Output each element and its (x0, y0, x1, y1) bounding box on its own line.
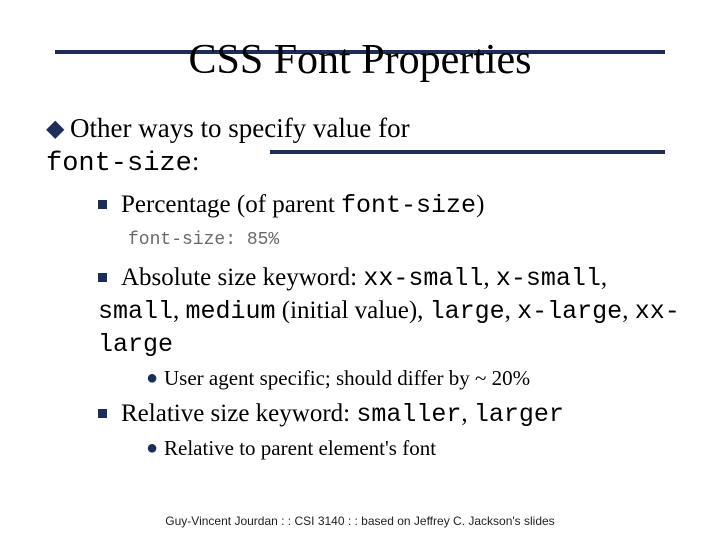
text-span: User agent specific; should differ by ~ … (164, 366, 530, 390)
text-span: , (173, 297, 186, 324)
square-bullet-icon (98, 200, 107, 209)
round-bullet-icon: ● (146, 435, 164, 461)
code-span: large (430, 297, 505, 326)
round-bullet-icon: ● (146, 365, 164, 391)
bullet-list: Percentage (of parent font-size)font-siz… (98, 189, 680, 463)
slide: CSS Font Properties ◆Other ways to speci… (0, 0, 720, 540)
code-example: font-size: 85% (124, 228, 680, 252)
text-span: Relative to parent element's font (164, 436, 436, 460)
sub-list-item: ●Relative to parent element's font (146, 435, 680, 462)
code-span: larger (474, 400, 564, 429)
list-item-text: Percentage (of parent font-size) (121, 191, 484, 218)
code-span: x-large (517, 297, 622, 326)
sub-list-item-text: Relative to parent element's font (164, 436, 436, 460)
code-span: x-small (496, 264, 601, 293)
code-span: small (98, 297, 173, 326)
text-span: , (461, 400, 474, 427)
list-item: Relative size keyword: smaller, larger (98, 398, 680, 431)
text-span: Absolute size keyword: (121, 264, 363, 291)
code-span: xx-small (363, 264, 483, 293)
diamond-bullet-icon: ◆ (46, 115, 70, 144)
text-span: , (622, 297, 635, 324)
code-span: font-size (341, 191, 476, 220)
title-rule-bottom (270, 150, 665, 154)
heading-prefix: Other ways to specify value for (70, 113, 410, 143)
list-item-text: Absolute size keyword: xx-small, x-small… (98, 264, 680, 357)
code-span: smaller (356, 400, 461, 429)
heading-suffix: : (192, 146, 200, 176)
text-span: ) (476, 191, 484, 218)
square-bullet-icon (98, 409, 107, 418)
square-bullet-icon (98, 273, 107, 282)
sub-list-item-text: User agent specific; should differ by ~ … (164, 366, 530, 390)
title-wrap: CSS Font Properties (0, 0, 720, 84)
heading-line: ◆Other ways to specify value for font-si… (46, 112, 680, 181)
text-span: , (483, 264, 496, 291)
slide-footer: Guy-Vincent Jourdan : : CSI 3140 : : bas… (0, 514, 720, 528)
slide-body: ◆Other ways to specify value for font-si… (0, 84, 720, 462)
text-span: (initial value), (276, 297, 430, 324)
list-item: Percentage (of parent font-size) (98, 189, 680, 222)
code-span: medium (186, 297, 276, 326)
sub-list: ●Relative to parent element's font (146, 435, 680, 462)
list-item: Absolute size keyword: xx-small, x-small… (98, 262, 680, 361)
text-span: Relative size keyword: (121, 400, 356, 427)
text-span: , (505, 297, 518, 324)
heading-code: font-size (46, 149, 192, 179)
text-span: , (601, 264, 607, 291)
text-span: Percentage (of parent (121, 191, 341, 218)
sub-list-item: ●User agent specific; should differ by ~… (146, 365, 680, 392)
slide-title: CSS Font Properties (0, 36, 720, 84)
list-item-text: Relative size keyword: smaller, larger (121, 400, 564, 427)
sub-list: ●User agent specific; should differ by ~… (146, 365, 680, 392)
